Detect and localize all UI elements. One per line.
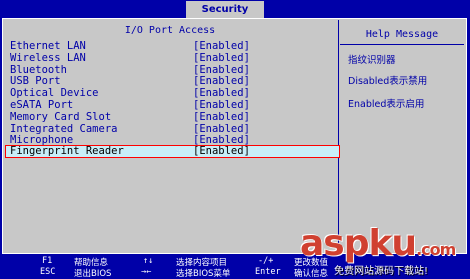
setting-value[interactable]: [Enabled] [193,111,250,123]
settings-row[interactable]: Bluetooth [Enabled] [6,64,339,76]
setting-value[interactable]: [Enabled] [193,99,250,111]
setting-value[interactable]: [Enabled] [193,123,250,135]
leftright-key: →← [141,267,152,277]
help-title: Help Message [365,29,439,40]
watermark-tagline: 免费网站源码下载站! [334,266,429,277]
settings-row[interactable]: Optical Device [Enabled] [6,87,339,99]
help-divider [340,44,464,45]
setting-name: Optical Device [10,87,99,100]
esc-desc: 退出BIOS [74,269,112,279]
setting-value[interactable]: [Enabled] [193,52,250,64]
setting-value[interactable]: [Enabled] [193,75,250,87]
settings-row[interactable]: Wireless LAN [Enabled] [6,52,339,64]
plusminus-key: -/+ [258,256,274,266]
leftright-desc: 选择BIOS菜单 [176,269,231,279]
watermark-logo: aspku.com [300,223,456,264]
settings-row[interactable]: Fingerprint Reader [Enabled] [5,145,340,159]
setting-name: eSATA Port [10,99,74,111]
tab-security[interactable]: Security [186,1,264,18]
settings-row[interactable]: USB Port [Enabled] [6,75,339,87]
setting-name: Bluetooth [10,63,67,76]
page-title: I/O Port Access [124,25,216,36]
setting-name: Fingerprint Reader [10,145,124,158]
settings-row[interactable]: Memory Card Slot [Enabled] [6,111,339,123]
help-line-description: 指纹识别器 [348,55,396,66]
setting-value[interactable]: [Enabled] [193,87,250,99]
help-line-enabled: Enabled表示启用 [348,99,425,110]
setting-value[interactable]: [Enabled] [193,146,250,157]
esc-key: ESC [40,267,56,277]
settings-row[interactable]: eSATA Port [Enabled] [6,99,339,111]
enter-desc: 确认信息 [294,269,329,279]
setting-name: Ethernet LAN [10,40,86,52]
settings-row[interactable]: Ethernet LAN [Enabled] [6,40,339,52]
setting-name: Integrated Camera [10,122,118,135]
setting-name: USB Port [10,75,61,88]
enter-key: Enter [255,267,281,277]
watermark-logo-text: aspku [300,223,417,264]
updown-key: ↑↓ [143,256,154,266]
setting-name: Memory Card Slot [10,110,112,123]
help-line-disabled: Disabled表示禁用 [348,76,428,87]
tab-bar: Security [0,0,470,18]
setting-value[interactable]: [Enabled] [193,64,250,76]
setting-value[interactable]: [Enabled] [193,40,250,52]
settings-row[interactable]: Integrated Camera [Enabled] [6,123,339,135]
watermark-logo-tld: .com [416,240,456,259]
setting-name: Wireless LAN [10,51,86,64]
f1-key: F1 [42,256,53,266]
